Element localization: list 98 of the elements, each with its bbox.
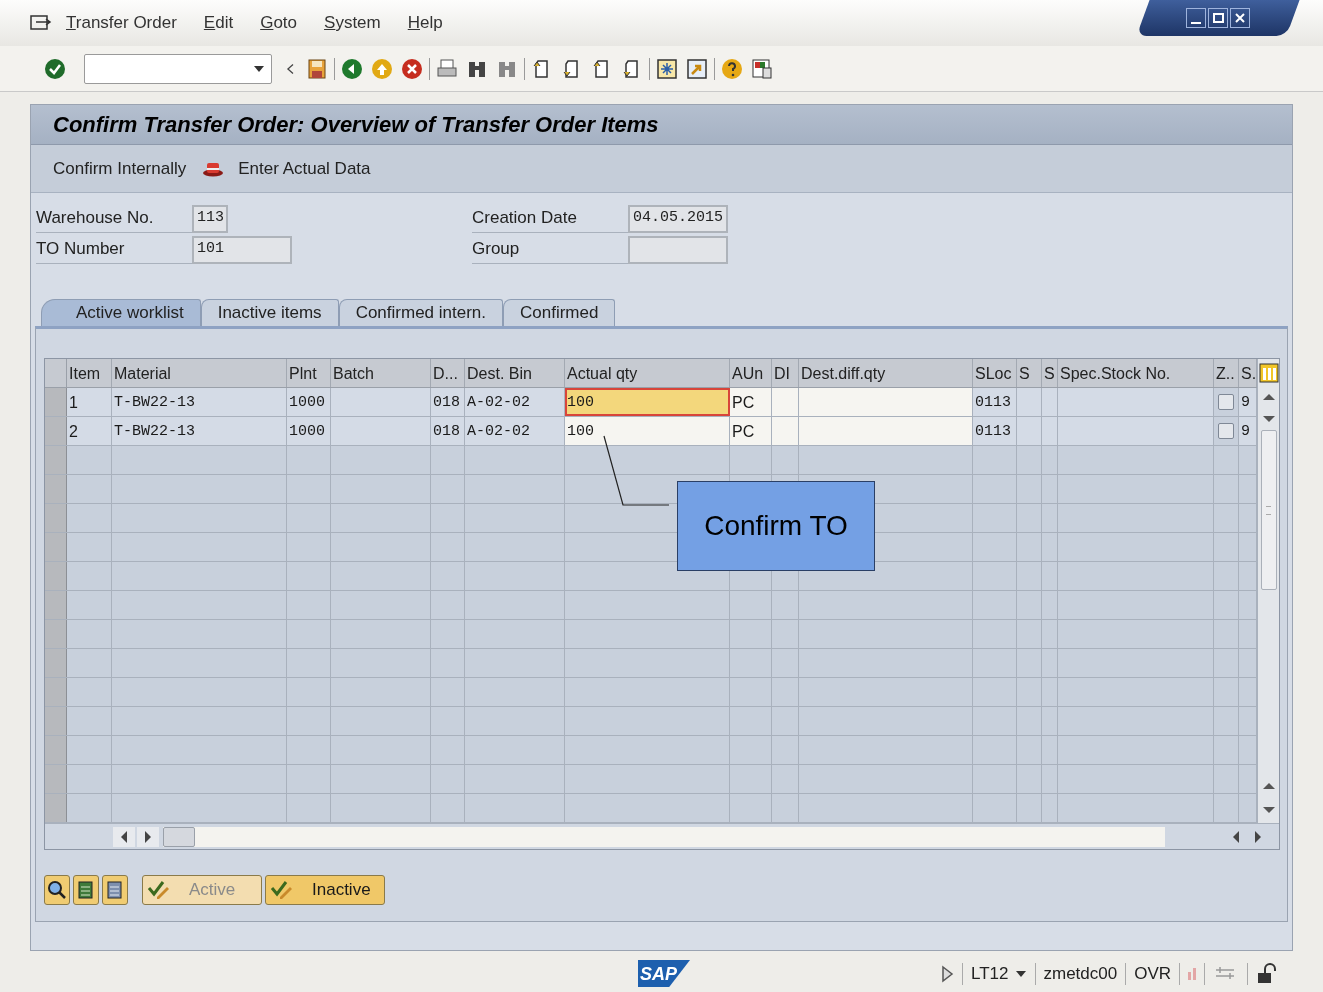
detail-button[interactable] xyxy=(44,875,70,905)
tab[interactable]: Inactive items xyxy=(200,299,339,326)
print-icon[interactable] xyxy=(436,57,458,80)
column-header[interactable]: S xyxy=(1042,359,1058,387)
save-icon[interactable] xyxy=(306,57,328,80)
deselect-all-button[interactable] xyxy=(102,875,128,905)
play-icon[interactable] xyxy=(940,964,954,983)
caret-icon[interactable] xyxy=(1014,969,1027,978)
table-cell[interactable]: 100 xyxy=(565,388,730,416)
checkbox[interactable] xyxy=(1218,394,1234,410)
menu-item[interactable]: Transfer Order xyxy=(66,10,177,36)
table-cell[interactable] xyxy=(799,388,973,416)
menu-item[interactable]: Help xyxy=(407,10,443,36)
table-cell: A-02-02 xyxy=(465,417,565,445)
column-header[interactable]: Spec.Stock No. xyxy=(1058,359,1214,387)
scrollbar-thumb[interactable] xyxy=(163,826,195,847)
leader-line xyxy=(603,435,669,507)
table-cell: 1000 xyxy=(287,388,331,416)
table-cell: 0113 xyxy=(973,417,1017,445)
column-header[interactable]: DI xyxy=(772,359,799,387)
layout-icon[interactable] xyxy=(751,57,773,80)
column-header[interactable]: SLoc xyxy=(973,359,1017,387)
new-session-icon[interactable] xyxy=(656,57,678,80)
table-cell: A-02-02 xyxy=(465,388,565,416)
scroll-left-icon[interactable] xyxy=(113,826,135,847)
field-value: 101 xyxy=(192,235,292,264)
confirm-internally-button[interactable]: Confirm Internally xyxy=(53,155,187,182)
lock-icon[interactable] xyxy=(1256,962,1279,985)
table-cell: 2 xyxy=(67,417,112,445)
scroll-up-icon[interactable] xyxy=(1261,392,1276,402)
table-cell[interactable]: PC xyxy=(730,417,772,445)
checkbox[interactable] xyxy=(1218,423,1234,439)
screen-title: Confirm Transfer Order: Overview of Transfer Order Items xyxy=(53,111,659,139)
menu-item[interactable]: System xyxy=(324,10,381,36)
shortcut-icon[interactable] xyxy=(686,57,708,80)
maximize-icon[interactable] xyxy=(1208,8,1228,28)
field-value: 04.05.2015 xyxy=(628,204,728,233)
column-header[interactable]: Material xyxy=(112,359,287,387)
enter-icon[interactable] xyxy=(44,57,66,80)
column-settings-icon[interactable] xyxy=(1258,362,1279,384)
menu-item[interactable]: Goto xyxy=(260,10,298,36)
column-header[interactable]: Batch xyxy=(331,359,431,387)
column-header[interactable]: Actual qty xyxy=(565,359,730,387)
column-header[interactable]: Dest.diff.qty xyxy=(799,359,973,387)
column-header[interactable]: S xyxy=(1017,359,1042,387)
tab[interactable]: Active worklist xyxy=(41,299,201,326)
input-mode: OVR xyxy=(1134,962,1172,985)
list-icon xyxy=(106,880,124,900)
menu-icon[interactable] xyxy=(30,14,52,32)
table-cell[interactable]: 100 xyxy=(565,417,730,445)
menu-item[interactable]: Edit xyxy=(203,10,234,36)
column-header[interactable]: AUn xyxy=(730,359,772,387)
callout-text: Confirm TO xyxy=(704,509,848,543)
table-cell[interactable]: PC xyxy=(730,388,772,416)
hat-icon xyxy=(202,160,225,177)
table-cell: T-BW22-13 xyxy=(112,388,287,416)
cancel-icon[interactable] xyxy=(401,57,423,80)
table-cell: 9 xyxy=(1239,417,1257,445)
table-cell[interactable] xyxy=(799,417,973,445)
table-cell: 9 xyxy=(1239,388,1257,416)
chart-icon xyxy=(1188,967,1197,980)
list-icon xyxy=(77,880,95,900)
scroll-down-icon[interactable] xyxy=(1261,414,1276,424)
column-header[interactable]: Item xyxy=(67,359,112,387)
field-value: 113 xyxy=(192,204,228,233)
server-name: zmetdc00 xyxy=(1043,962,1118,985)
column-header[interactable]: D... xyxy=(431,359,465,387)
caret-icon xyxy=(253,64,265,73)
table-cell: 1 xyxy=(67,388,112,416)
table-cell: 018 xyxy=(431,388,465,416)
scrollbar-thumb[interactable] xyxy=(1260,430,1277,590)
table-cell[interactable] xyxy=(772,417,799,445)
table-cell: 018 xyxy=(431,417,465,445)
transaction-code: LT12 xyxy=(971,962,1009,985)
tab[interactable]: Confirmed intern. xyxy=(338,299,503,326)
scroll-up-icon[interactable] xyxy=(1261,781,1276,791)
logo: SAP xyxy=(640,964,677,983)
table-cell[interactable] xyxy=(772,388,799,416)
enter-actual-data-button[interactable]: Enter Actual Data xyxy=(202,155,371,182)
select-all-button[interactable] xyxy=(73,875,99,905)
minimize-icon[interactable] xyxy=(1186,8,1206,28)
table-cell: T-BW22-13 xyxy=(112,417,287,445)
tab[interactable]: Confirmed xyxy=(503,299,616,326)
close-icon[interactable] xyxy=(1230,8,1250,28)
scroll-down-icon[interactable] xyxy=(1261,805,1276,815)
column-header[interactable]: Plnt xyxy=(287,359,331,387)
table-cell: 1000 xyxy=(287,417,331,445)
status-button[interactable]: Inactive xyxy=(265,875,385,905)
column-header[interactable]: Z.. xyxy=(1214,359,1239,387)
scroll-right-icon[interactable] xyxy=(137,826,159,847)
table-cell: 0113 xyxy=(973,388,1017,416)
back-icon[interactable] xyxy=(341,57,363,80)
check-pencil-icon xyxy=(270,879,294,901)
help-icon[interactable] xyxy=(721,57,743,80)
column-header[interactable]: Dest. Bin xyxy=(465,359,565,387)
magnifier-icon xyxy=(47,880,67,900)
command-field[interactable] xyxy=(84,53,272,84)
check-pencil-icon xyxy=(147,879,171,901)
